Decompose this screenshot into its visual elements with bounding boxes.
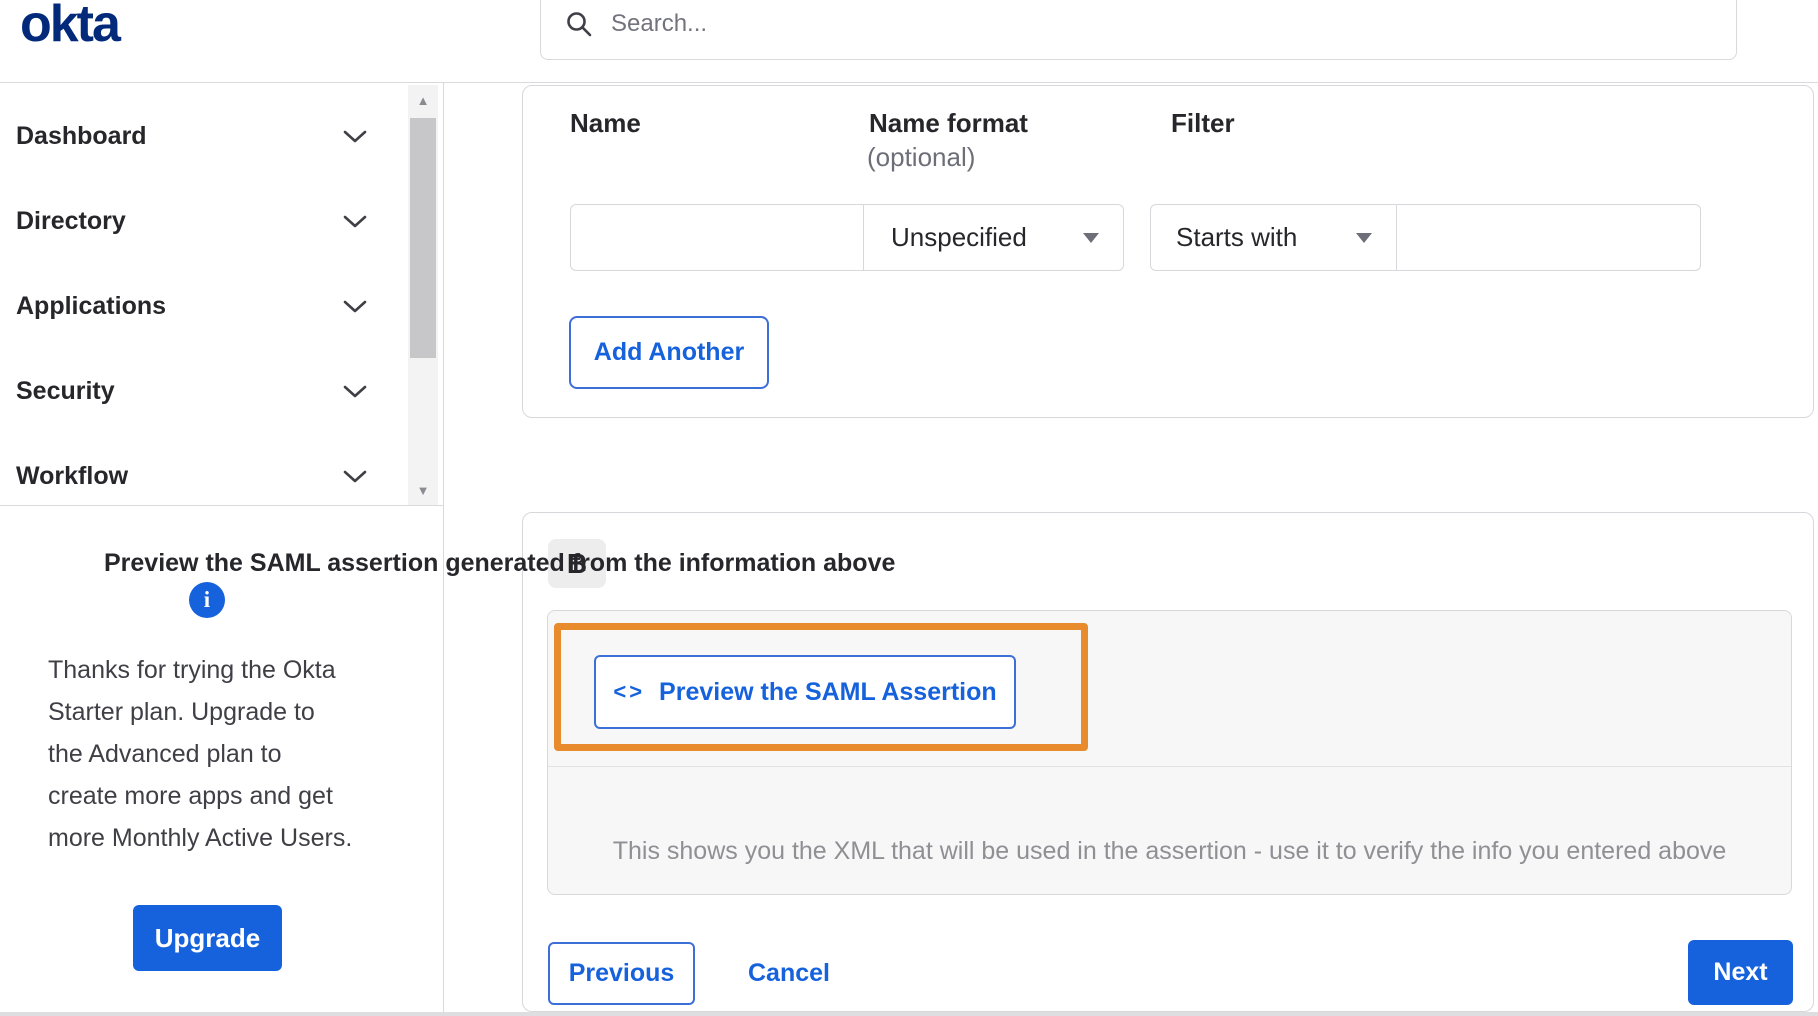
sidebar-scrollbar[interactable]: ▲ ▼ [408,85,438,505]
sidebar-item-label: Applications [16,292,167,320]
preview-section-title: Preview the SAML assertion generated fro… [104,549,896,577]
filter-value-field [1397,204,1701,271]
sidebar-item-directory[interactable]: Directory [0,179,408,264]
filter-column-label: Filter [1171,108,1235,138]
attribute-statements-card: Name Name format (optional) Filter Unspe… [522,85,1814,418]
upgrade-message-line: Thanks for trying the Okta [48,656,336,684]
search-icon [567,12,592,37]
attribute-name-input[interactable] [571,205,863,270]
okta-logo[interactable]: okta [20,0,121,54]
global-search [540,0,1737,60]
sidebar-item-label: Dashboard [16,122,147,150]
chevron-down-icon [343,130,367,143]
code-icon: <> [613,679,646,704]
sidebar-item-security[interactable]: Security [0,349,408,434]
upgrade-message: Thanks for trying the Okta Starter plan.… [48,649,352,859]
chevron-down-icon [343,470,367,483]
upgrade-message-line: Starter plan. Upgrade to [48,698,315,726]
cancel-link[interactable]: Cancel [748,942,830,1005]
filter-value-input[interactable] [1397,205,1700,270]
scroll-up-icon[interactable]: ▲ [408,87,438,113]
preview-saml-assertion-label: Preview the SAML Assertion [659,677,997,706]
upgrade-message-line: the Advanced plan to [48,740,282,768]
filter-type-selected-value: Starts with [1176,222,1298,252]
next-button[interactable]: Next [1688,940,1793,1005]
sidebar-item-label: Workflow [16,462,129,490]
attribute-name-field [570,204,864,271]
sidebar-nav: Dashboard Directory Applications Securit… [0,82,408,519]
sidebar-item-dashboard[interactable]: Dashboard [0,94,408,179]
okta-admin-app: { "brand": { "logo_text": "okta", "logo_… [0,0,1818,1016]
upgrade-message-line: more Monthly Active Users. [48,824,353,852]
filter-type-select[interactable]: Starts with [1150,204,1397,271]
chevron-down-icon [343,385,367,398]
sidebar-item-applications[interactable]: Applications [0,264,408,349]
caret-down-icon [1083,232,1099,243]
name-column-label: Name [570,108,641,138]
search-input[interactable] [609,9,1736,39]
chevron-down-icon [343,300,367,313]
name-format-select[interactable]: Unspecified [864,204,1124,271]
sidebar-item-label: Security [16,377,115,405]
add-another-button[interactable]: Add Another [569,316,769,389]
viewport-bottom-edge [0,1012,1818,1016]
preview-helper-text: This shows you the XML that will be used… [612,837,1727,865]
name-format-optional-label: (optional) [867,142,976,172]
name-format-column-label: Name format [869,108,1028,138]
panel-divider [548,766,1791,767]
name-format-selected-value: Unspecified [891,222,1027,252]
upgrade-message-line: create more apps and get [48,782,333,810]
saml-preview-panel: <> Preview the SAML Assertion This shows… [547,610,1792,895]
sidebar-item-label: Directory [16,207,126,235]
scrollbar-thumb[interactable] [410,118,436,358]
sidebar-item-workflow[interactable]: Workflow [0,434,408,519]
chevron-down-icon [343,215,367,228]
upgrade-button[interactable]: Upgrade [133,905,282,971]
scroll-down-icon[interactable]: ▼ [408,477,438,503]
previous-button[interactable]: Previous [548,942,695,1005]
info-icon: i [189,582,225,618]
caret-down-icon [1356,232,1372,243]
preview-saml-assertion-button[interactable]: <> Preview the SAML Assertion [594,655,1016,729]
